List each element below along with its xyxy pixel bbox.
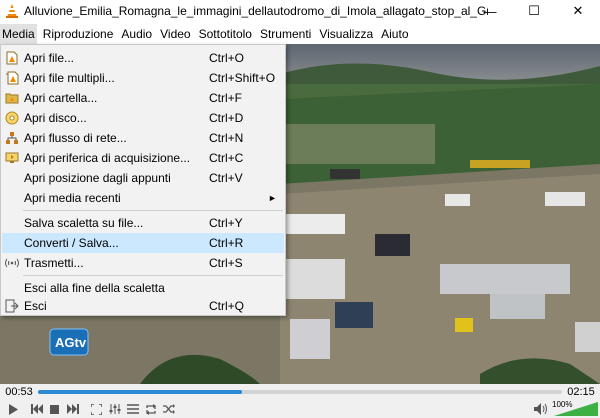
menu-convert-save[interactable]: Converti / Salva... Ctrl+R (2, 233, 284, 253)
play-icon (8, 403, 18, 415)
files-icon (2, 68, 22, 88)
previous-icon (30, 404, 43, 414)
fullscreen-icon (91, 403, 102, 415)
volume-percent: 100% (552, 400, 573, 409)
menu-quit-end-playlist[interactable]: Esci alla fine della scaletta (2, 278, 284, 298)
playback-controls: 100% (0, 400, 600, 418)
menu-open-file[interactable]: Apri file... Ctrl+O (2, 48, 284, 68)
menu-audio[interactable]: Audio (119, 24, 154, 44)
window-title: Alluvione_Emilia_Romagna_le_immagini_del… (24, 4, 488, 18)
capture-icon (2, 148, 22, 168)
menu-open-multiple-files[interactable]: Apri file multipli... Ctrl+Shift+O (2, 68, 284, 88)
current-time: 00:53 (5, 386, 33, 398)
menu-bar: Media Riproduzione Audio Video Sottotito… (0, 24, 600, 44)
folder-icon (2, 88, 22, 108)
fullscreen-button[interactable] (88, 401, 105, 417)
menu-stream[interactable]: Trasmetti... Ctrl+S (2, 253, 284, 273)
vlc-cone-icon (6, 4, 18, 18)
menu-video[interactable]: Video (158, 24, 192, 44)
menu-open-recent-media[interactable]: Apri media recenti ► (2, 188, 284, 208)
menu-aiuto[interactable]: Aiuto (379, 24, 410, 44)
menu-open-network-stream[interactable]: Apri flusso di rete... Ctrl+N (2, 128, 284, 148)
maximize-button[interactable]: ☐ (512, 0, 556, 22)
playlist-button[interactable] (124, 401, 141, 417)
close-button[interactable]: ✕ (556, 0, 600, 22)
menu-open-location-clipboard[interactable]: Apri posizione dagli appunti Ctrl+V (2, 168, 284, 188)
menu-strumenti[interactable]: Strumenti (258, 24, 313, 44)
media-menu: Apri file... Ctrl+O Apri file multipli..… (0, 44, 286, 316)
minimize-button[interactable]: — (468, 0, 512, 22)
loop-button[interactable] (142, 401, 159, 417)
volume-control[interactable]: 100% (534, 400, 600, 418)
menu-open-disc[interactable]: Apri disco... Ctrl+D (2, 108, 284, 128)
exit-icon (2, 296, 22, 316)
seek-progress (38, 390, 243, 394)
title-bar: Alluvione_Emilia_Romagna_le_immagini_del… (0, 0, 600, 22)
disc-icon (2, 108, 22, 128)
next-icon (66, 404, 79, 414)
loop-icon (145, 403, 156, 415)
menu-separator (23, 275, 283, 276)
shuffle-button[interactable] (160, 401, 177, 417)
menu-open-folder[interactable]: Apri cartella... Ctrl+F (2, 88, 284, 108)
file-icon (2, 48, 22, 68)
seek-bar-row: 00:53 02:15 (0, 384, 600, 400)
submenu-arrow-icon: ► (268, 193, 277, 203)
equalizer-icon (109, 404, 120, 414)
previous-button[interactable] (28, 401, 45, 417)
seek-slider[interactable] (38, 390, 562, 394)
menu-open-capture-device[interactable]: Apri periferica di acquisizione... Ctrl+… (2, 148, 284, 168)
playlist-icon (126, 404, 139, 414)
shuffle-icon (162, 404, 175, 414)
menu-riproduzione[interactable]: Riproduzione (41, 24, 116, 44)
next-button[interactable] (64, 401, 81, 417)
menu-separator (23, 210, 283, 211)
stop-icon (50, 404, 59, 414)
play-button[interactable] (4, 401, 21, 417)
svg-text:AGtv: AGtv (55, 335, 87, 350)
menu-save-playlist[interactable]: Salva scaletta su file... Ctrl+Y (2, 213, 284, 233)
agtv-logo: AGtv (49, 328, 89, 356)
network-icon (2, 128, 22, 148)
extended-settings-button[interactable] (106, 401, 123, 417)
speaker-icon[interactable] (534, 403, 548, 415)
stream-icon (2, 253, 22, 273)
menu-visualizza[interactable]: Visualizza (317, 24, 375, 44)
menu-quit[interactable]: Esci Ctrl+Q (2, 296, 284, 316)
total-time: 02:15 (567, 386, 595, 398)
menu-media[interactable]: Media (0, 24, 37, 44)
menu-sottotitolo[interactable]: Sottotitolo (197, 24, 254, 44)
stop-button[interactable] (46, 401, 63, 417)
